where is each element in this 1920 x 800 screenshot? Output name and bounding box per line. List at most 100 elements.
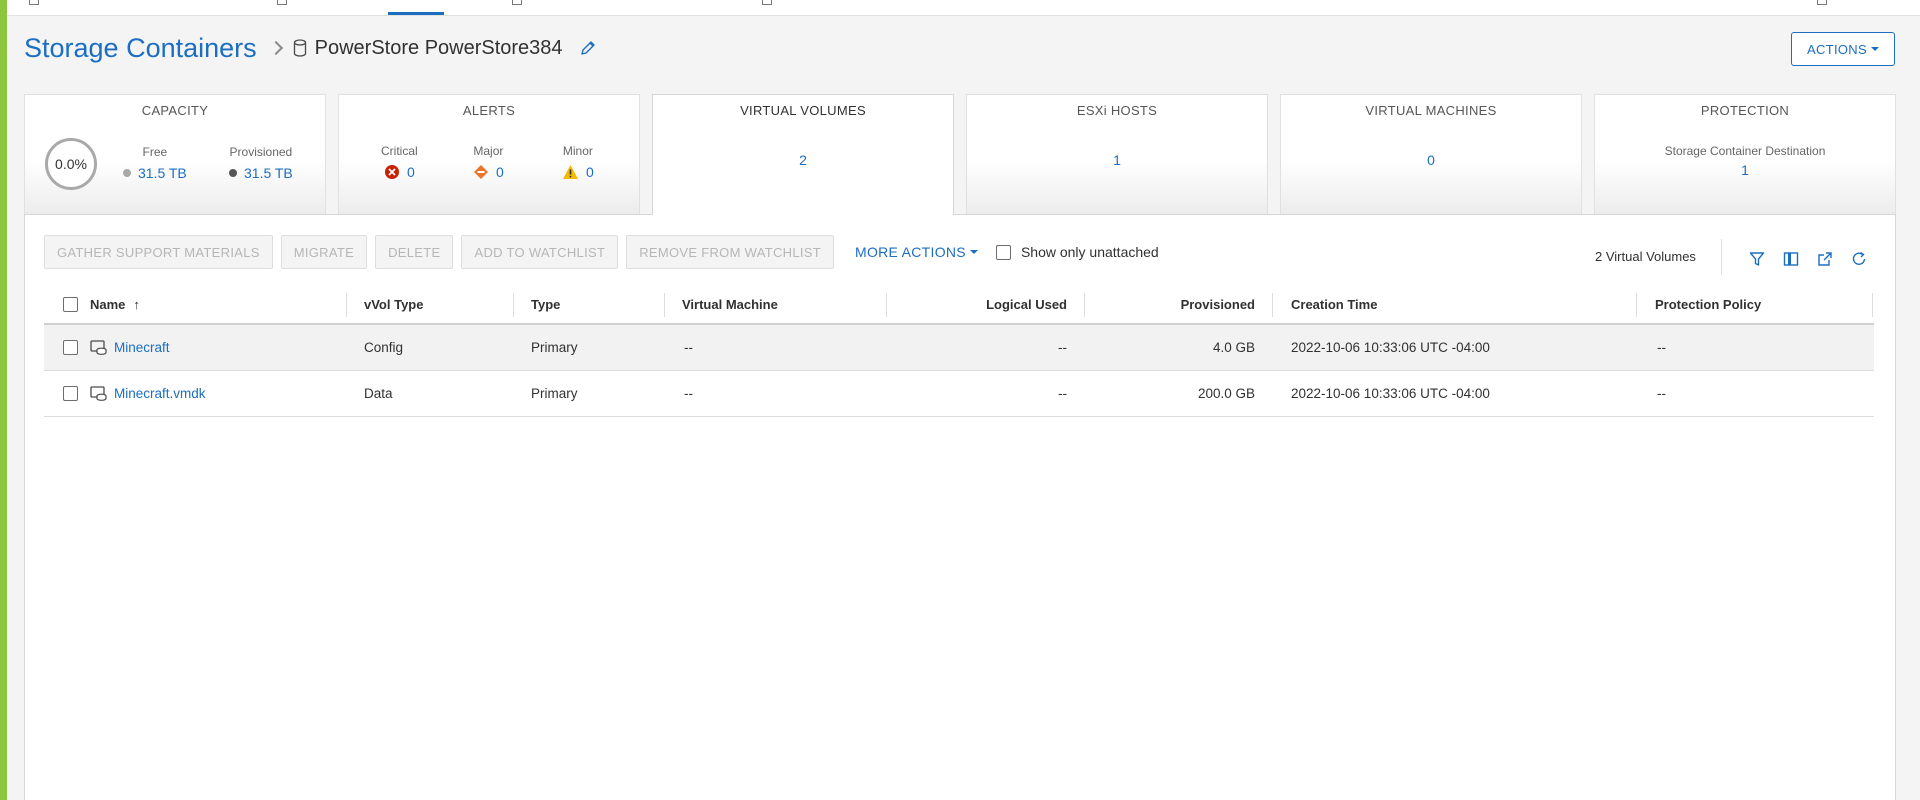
column-header-virtual-machine[interactable]: Virtual Machine xyxy=(682,285,887,325)
column-header-name[interactable]: Name ↑ xyxy=(90,285,347,325)
table-row[interactable]: Minecraft.vmdk Data Primary -- -- 200.0 … xyxy=(44,371,1874,417)
filter-icon[interactable] xyxy=(1747,249,1767,269)
toolbar: GATHER SUPPORT MATERIALS MIGRATE DELETE … xyxy=(44,235,1159,269)
table-row[interactable]: Minecraft Config Primary -- -- 4.0 GB 20… xyxy=(44,325,1874,371)
row-virtual-machine: -- xyxy=(684,386,693,401)
card-title: ALERTS xyxy=(462,103,516,118)
row-type: Primary xyxy=(531,386,578,401)
row-name-link[interactable]: Minecraft.vmdk xyxy=(114,371,206,417)
row-logical-used: -- xyxy=(1058,386,1067,401)
alert-major: Major 0 xyxy=(473,144,504,180)
free-dot-icon xyxy=(123,169,131,177)
row-type: Primary xyxy=(531,340,578,355)
alert-major-value: 0 xyxy=(496,164,504,180)
virtual-volumes-table: Name ↑ vVol Type Type Virtual Machine Log… xyxy=(44,285,1874,417)
nav-icon[interactable] xyxy=(762,0,772,5)
row-virtual-machine: -- xyxy=(684,340,693,355)
capacity-provisioned-value: 31.5 TB xyxy=(244,165,293,181)
remove-from-watchlist-button[interactable]: REMOVE FROM WATCHLIST xyxy=(626,235,834,269)
card-title: PROTECTION xyxy=(1700,103,1790,118)
column-header-provisioned[interactable]: Provisioned xyxy=(1085,285,1273,325)
alert-major-label: Major xyxy=(473,144,504,158)
menu-icon[interactable] xyxy=(29,0,39,5)
select-all-checkbox[interactable] xyxy=(63,297,78,312)
row-name-link[interactable]: Minecraft xyxy=(114,325,170,371)
active-tab-indicator xyxy=(388,12,444,15)
virtual-volumes-count: 2 Virtual Volumes xyxy=(1595,249,1696,264)
alert-minor-label: Minor xyxy=(562,144,593,158)
nav-icon[interactable] xyxy=(512,0,522,5)
actions-button[interactable]: ACTIONS xyxy=(1791,32,1895,66)
column-header-creation-time[interactable]: Creation Time xyxy=(1291,285,1637,325)
nav-icon[interactable] xyxy=(277,0,287,5)
actions-label: ACTIONS xyxy=(1807,41,1867,57)
row-protection-policy: -- xyxy=(1657,340,1666,355)
virtual-volumes-panel: GATHER SUPPORT MATERIALS MIGRATE DELETE … xyxy=(24,214,1896,800)
gather-support-materials-button[interactable]: GATHER SUPPORT MATERIALS xyxy=(44,235,273,269)
column-header-type[interactable]: Type xyxy=(531,285,665,325)
card-virtual-machines[interactable]: VIRTUAL MACHINES 0 xyxy=(1280,94,1582,214)
major-icon xyxy=(474,165,488,179)
critical-icon xyxy=(384,165,399,179)
caret-down-icon xyxy=(969,250,978,254)
capacity-ring: 0.0% xyxy=(45,138,97,190)
vm-disk-icon xyxy=(90,386,107,401)
migrate-button[interactable]: MIGRATE xyxy=(280,235,368,269)
table-header: Name ↑ vVol Type Type Virtual Machine Log… xyxy=(44,285,1874,325)
export-icon[interactable] xyxy=(1815,249,1835,269)
show-only-unattached-checkbox[interactable] xyxy=(995,244,1011,260)
caret-down-icon xyxy=(1870,47,1879,51)
column-header-vvol-type[interactable]: vVol Type xyxy=(364,285,514,325)
table-tools xyxy=(1747,249,1883,269)
breadcrumb-storage-containers[interactable]: Storage Containers xyxy=(24,33,257,64)
card-value[interactable]: 1 xyxy=(967,152,1267,168)
row-provisioned: 200.0 GB xyxy=(1197,386,1255,401)
breadcrumb-separator-icon xyxy=(268,40,283,56)
sort-ascending-icon[interactable]: ↑ xyxy=(133,285,140,325)
protection-value[interactable]: 1 xyxy=(1595,162,1895,178)
capacity-free: Free 31.5 TB xyxy=(123,145,187,181)
card-protection[interactable]: PROTECTION Storage Container Destination… xyxy=(1594,94,1896,214)
capacity-provisioned: Provisioned 31.5 TB xyxy=(229,145,293,181)
column-header-logical-used[interactable]: Logical Used xyxy=(887,285,1085,325)
row-creation-time: 2022-10-06 10:33:06 UTC -04:00 xyxy=(1291,340,1490,355)
card-alerts[interactable]: ALERTS Critical 0 Major 0 Minor 0 xyxy=(338,94,640,214)
pencil-icon[interactable] xyxy=(579,39,597,57)
capacity-free-label: Free xyxy=(142,145,168,159)
card-value[interactable]: 0 xyxy=(1281,152,1581,168)
card-title: VIRTUAL MACHINES xyxy=(1365,103,1497,118)
delete-button[interactable]: DELETE xyxy=(375,235,454,269)
card-capacity[interactable]: CAPACITY 0.0% Free 31.5 TB Provisioned 3… xyxy=(24,94,326,214)
show-only-unattached-toggle[interactable]: Show only unattached xyxy=(995,244,1159,260)
row-vvol-type: Config xyxy=(364,340,404,355)
protection-label: Storage Container Destination xyxy=(1664,144,1826,158)
alert-critical-value: 0 xyxy=(406,164,415,180)
add-to-watchlist-button[interactable]: ADD TO WATCHLIST xyxy=(461,235,619,269)
column-header-name-label: Name xyxy=(90,297,126,312)
nav-icon[interactable] xyxy=(1817,0,1827,5)
column-header-protection-policy[interactable]: Protection Policy xyxy=(1655,285,1873,325)
card-title: ESXi HOSTS xyxy=(1076,103,1158,118)
vm-disk-icon xyxy=(90,340,107,355)
capacity-provisioned-label: Provisioned xyxy=(229,145,293,159)
top-navigation-bar xyxy=(7,0,1920,16)
columns-icon[interactable] xyxy=(1781,249,1801,269)
row-checkbox[interactable] xyxy=(63,340,78,355)
alert-critical: Critical 0 xyxy=(381,144,418,180)
card-title: VIRTUAL VOLUMES xyxy=(740,103,866,118)
database-icon xyxy=(293,39,307,57)
row-vvol-type: Data xyxy=(364,386,393,401)
more-actions-button[interactable]: MORE ACTIONS xyxy=(855,244,978,260)
refresh-icon[interactable] xyxy=(1849,249,1869,269)
summary-cards: CAPACITY 0.0% Free 31.5 TB Provisioned 3… xyxy=(24,94,1896,215)
card-esxi-hosts[interactable]: ESXi HOSTS 1 xyxy=(966,94,1268,214)
row-protection-policy: -- xyxy=(1657,386,1666,401)
card-value[interactable]: 2 xyxy=(653,152,953,168)
show-only-unattached-label: Show only unattached xyxy=(1020,244,1159,260)
toolbar-divider xyxy=(1721,239,1722,275)
row-checkbox[interactable] xyxy=(63,386,78,401)
capacity-free-value: 31.5 TB xyxy=(138,165,187,181)
page-title: PowerStore PowerStore384 xyxy=(314,36,563,59)
card-virtual-volumes[interactable]: VIRTUAL VOLUMES 2 xyxy=(652,94,954,215)
minor-icon xyxy=(563,165,578,179)
